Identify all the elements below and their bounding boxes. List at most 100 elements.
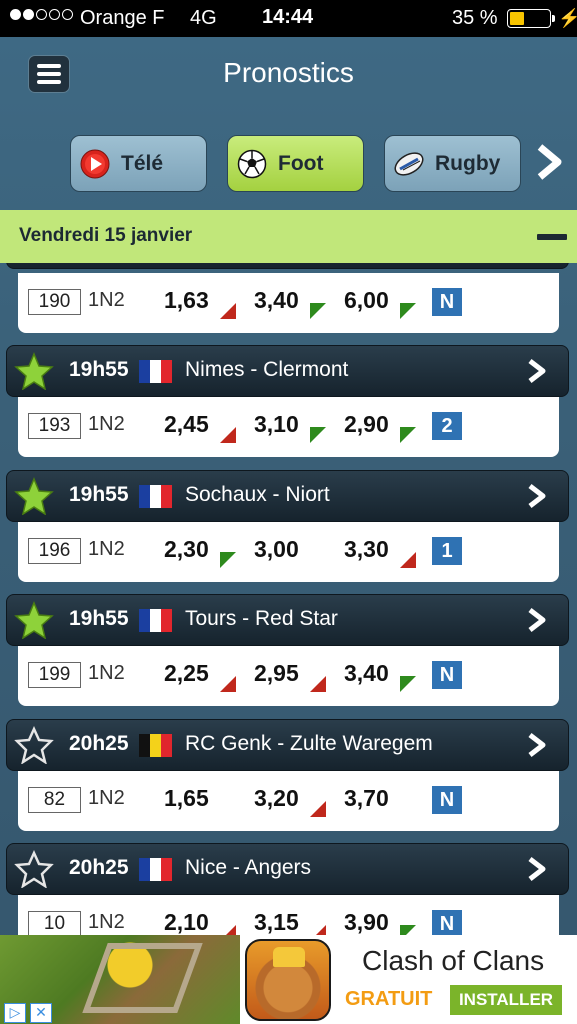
odds-row[interactable]: 196 1N2 2,30 3,00 3,30 1 <box>18 521 559 582</box>
star-filled-icon[interactable] <box>7 471 61 521</box>
odd-value[interactable]: 6,00 <box>344 287 389 314</box>
odds-up-icon <box>400 303 416 319</box>
tab-tele-label: Télé <box>121 151 164 175</box>
date-label: Vendredi 15 janvier <box>19 225 193 246</box>
match-header[interactable]: 20h25 RC Genk - Zulte Waregem <box>6 718 569 771</box>
odds-row[interactable]: 199 1N2 2,25 2,95 3,40 N <box>18 646 559 706</box>
signal-dot <box>36 9 47 20</box>
chevron-right-icon[interactable] <box>530 142 570 182</box>
odd-value[interactable]: 2,45 <box>164 411 209 438</box>
match-number: 193 <box>28 413 81 439</box>
prediction-badge: N <box>432 661 462 689</box>
match-time: 20h25 <box>69 731 129 755</box>
odd-value[interactable]: 1,63 <box>164 287 209 314</box>
tab-foot[interactable]: Foot <box>227 135 364 192</box>
ad-close-icon[interactable]: ✕ <box>30 1003 52 1023</box>
odd-value[interactable]: 2,25 <box>164 660 209 687</box>
odd-value[interactable]: 3,70 <box>344 785 389 812</box>
odds-down-icon <box>220 925 236 935</box>
bet-type: 1N2 <box>88 537 125 560</box>
odds-up-icon <box>220 551 236 568</box>
star-filled-icon[interactable] <box>7 346 61 396</box>
play-icon <box>79 148 111 180</box>
tab-tele[interactable]: Télé <box>70 135 207 192</box>
prediction-badge: 1 <box>432 536 462 565</box>
match-teams: RC Genk - Zulte Waregem <box>185 731 433 755</box>
status-clock: 14:44 <box>262 6 314 28</box>
app-icon[interactable] <box>245 939 331 1021</box>
odd-value[interactable]: 2,95 <box>254 660 299 687</box>
prediction-badge: N <box>432 785 462 814</box>
odds-row[interactable]: 190 1N2 1,63 3,40 6,00 N <box>18 273 559 333</box>
chevron-right-icon[interactable] <box>524 607 550 633</box>
ad-info-icon[interactable]: ▷ <box>4 1003 26 1023</box>
bet-type: 1N2 <box>88 413 125 435</box>
odd-value[interactable]: 2,90 <box>344 411 389 438</box>
bet-type: 1N2 <box>88 911 125 933</box>
match-time: 19h55 <box>69 482 129 506</box>
prediction-badge: N <box>432 910 462 935</box>
install-button[interactable]: INSTALLER <box>450 985 562 1015</box>
odds-up-icon <box>310 303 326 319</box>
match-teams: Nimes - Clermont <box>185 358 349 381</box>
odd-value[interactable]: 3,15 <box>254 909 299 935</box>
odd-value[interactable]: 3,30 <box>344 536 389 563</box>
france-flag-icon <box>139 609 172 632</box>
odds-down-icon <box>220 427 236 443</box>
odd-value[interactable]: 3,40 <box>254 287 299 314</box>
match-time: 19h55 <box>69 358 129 381</box>
match-header[interactable]: 19h55 Sochaux - Niort <box>6 469 569 522</box>
signal-strength-icon <box>10 9 73 20</box>
page-title: Pronostics <box>223 57 354 88</box>
match-header[interactable]: 19h55 Tours - Red Star <box>6 594 569 646</box>
odds-row[interactable]: 10 1N2 2,10 3,15 3,90 N <box>18 895 559 935</box>
chevron-right-icon[interactable] <box>524 483 550 509</box>
belgium-flag-icon <box>139 733 172 757</box>
rugby-ball-icon <box>393 148 425 180</box>
minus-icon[interactable] <box>537 234 567 240</box>
odds-up-icon <box>400 676 416 692</box>
odd-value[interactable]: 3,00 <box>254 536 299 563</box>
battery-tip <box>552 15 555 22</box>
tab-rugby-label: Rugby <box>435 151 501 175</box>
odd-value[interactable]: 3,90 <box>344 909 389 935</box>
signal-dot <box>23 9 34 20</box>
star-outline-icon[interactable] <box>7 844 61 894</box>
date-section-header[interactable]: Vendredi 15 janvier <box>0 210 577 263</box>
odd-value[interactable]: 2,30 <box>164 536 209 563</box>
signal-dot <box>10 9 21 20</box>
bet-type: 1N2 <box>88 289 125 311</box>
chevron-right-icon[interactable] <box>524 732 550 758</box>
odd-value[interactable]: 3,40 <box>344 660 389 687</box>
chevron-right-icon[interactable] <box>524 358 550 384</box>
ad-price: GRATUIT <box>345 988 433 1010</box>
match-time: 20h25 <box>69 856 129 879</box>
odd-value[interactable]: 3,20 <box>254 785 299 812</box>
match-header[interactable]: 20h25 Nice - Angers <box>6 843 569 895</box>
chevron-right-icon[interactable] <box>524 856 550 882</box>
ad-title: Clash of Clans <box>362 945 545 976</box>
soccer-ball-icon <box>236 148 268 180</box>
match-list[interactable]: 190 1N2 1,63 3,40 6,00 N 19h55 Nimes - Clermont… <box>0 263 577 935</box>
match-header-partial[interactable] <box>6 263 569 269</box>
odd-value[interactable]: 3,10 <box>254 411 299 438</box>
ad-banner[interactable]: ▷ ✕ Clash of Clans GRATUIT INSTALLER <box>0 935 577 1024</box>
match-number: 199 <box>28 662 81 688</box>
match-number: 82 <box>28 786 81 813</box>
match-time: 19h55 <box>69 607 129 630</box>
odds-row[interactable]: 193 1N2 2,45 3,10 2,90 2 <box>18 397 559 457</box>
odds-row[interactable]: 82 1N2 1,65 3,20 3,70 N <box>18 770 559 831</box>
tab-rugby[interactable]: Rugby <box>384 135 521 192</box>
tab-foot-label: Foot <box>278 151 324 175</box>
odd-value[interactable]: 1,65 <box>164 785 209 812</box>
match-number: 10 <box>28 911 81 935</box>
star-filled-icon[interactable] <box>7 595 61 645</box>
odd-value[interactable]: 2,10 <box>164 909 209 935</box>
star-outline-icon[interactable] <box>7 720 61 770</box>
status-bar: Orange F 4G 14:44 35 % ⚡ <box>0 0 577 37</box>
bet-type: 1N2 <box>88 662 125 684</box>
odds-down-icon <box>400 551 416 568</box>
odds-up-icon <box>400 427 416 443</box>
match-number: 196 <box>28 537 81 564</box>
match-header[interactable]: 19h55 Nimes - Clermont <box>6 345 569 397</box>
